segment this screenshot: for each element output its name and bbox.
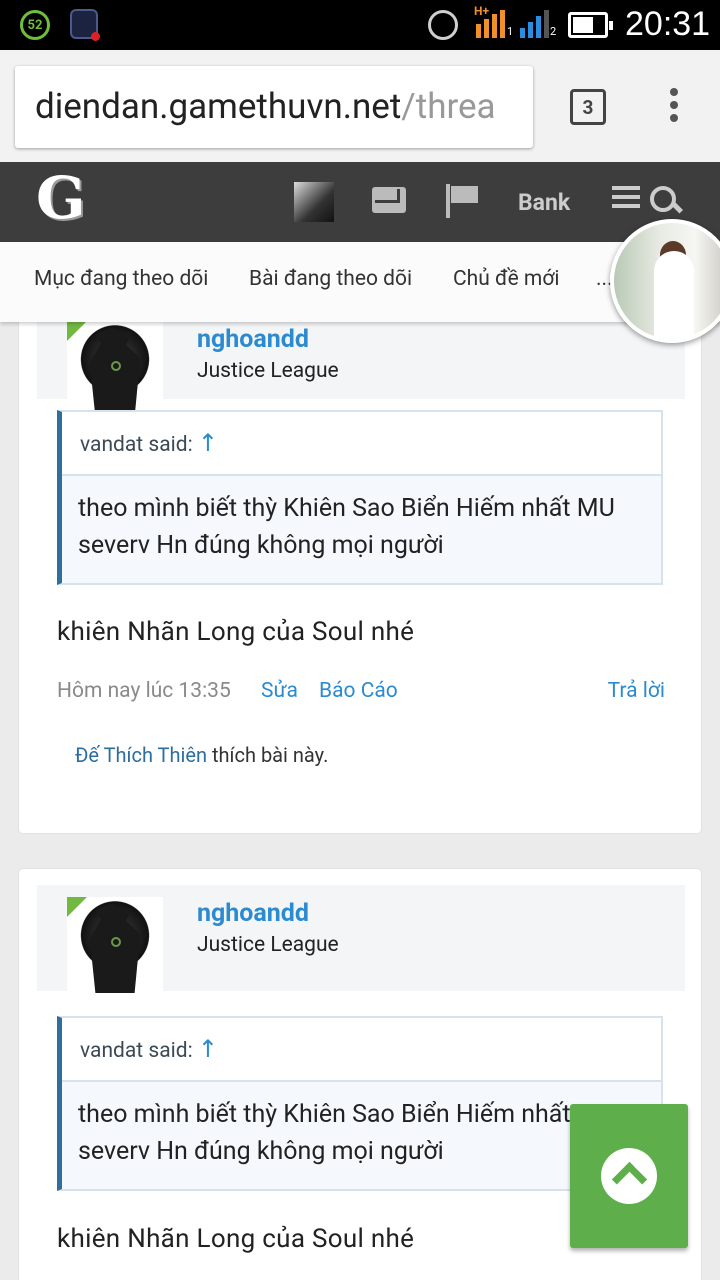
liker-link[interactable]: Đế Thích Thiên	[75, 743, 207, 767]
quote-author: vandat said:	[80, 433, 193, 457]
quote-author: vandat said:	[80, 1039, 193, 1063]
search-icon[interactable]	[650, 186, 678, 214]
post-likes: Đế Thích Thiên thích bài này.	[75, 743, 328, 767]
subnav-watched-forums[interactable]: Mục đang theo dõi	[34, 267, 208, 291]
post-username[interactable]: nghoandd	[197, 325, 309, 354]
post-message: khiên Nhãn Long của Soul nhé	[57, 1224, 415, 1254]
post-meta: Hôm nay lúc 13:35 Sửa Báo Cáo Trả lời	[57, 679, 665, 703]
notification-badge-icon: 52	[20, 10, 50, 40]
browser-menu-icon[interactable]	[668, 88, 680, 128]
post-user-block: nghoandd Justice League	[37, 885, 685, 993]
post-timestamp: Hôm nay lúc 13:35	[57, 679, 231, 703]
post-user-title: Justice League	[197, 933, 339, 957]
quote-text: theo mình biết thỳ Khiên Sao Biển Hiếm n…	[78, 494, 615, 560]
url-host: diendan.gamethuvn.net	[35, 86, 402, 127]
signal-1-icon	[476, 10, 505, 38]
post-quote: vandat said: ↑ theo mình biết thỳ Khiên …	[57, 410, 663, 585]
clock: 20:31	[625, 5, 711, 43]
subnav-watched-threads[interactable]: Bài đang theo dõi	[249, 267, 412, 291]
subnav-new-threads[interactable]: Chủ đề mới	[453, 267, 559, 291]
reply-link[interactable]: Trả lời	[608, 679, 665, 703]
sim-1-label: 1	[507, 25, 514, 38]
post-username[interactable]: nghoandd	[197, 899, 309, 928]
signal-2-icon	[520, 10, 549, 38]
url-bar[interactable]: diendan.gamethuvn.net/threa	[15, 66, 533, 148]
post-user-title: Justice League	[197, 359, 339, 383]
inbox-icon[interactable]	[372, 187, 406, 213]
chevron-up-icon	[601, 1148, 657, 1204]
alarm-icon	[428, 10, 458, 40]
sim-2-label: 2	[550, 25, 557, 38]
app-notification-icon	[70, 9, 100, 41]
post-message: khiên Nhãn Long của Soul nhé	[57, 617, 415, 647]
alerts-flag-icon[interactable]	[446, 184, 478, 218]
post: nghoandd Justice League vandat said: ↑ t…	[18, 322, 702, 834]
user-avatar-button[interactable]	[294, 182, 334, 222]
quote-jump-arrow-icon[interactable]: ↑	[198, 1035, 218, 1063]
site-navbar: G Bank	[0, 162, 720, 242]
site-logo[interactable]: G	[36, 164, 86, 232]
quote-jump-arrow-icon[interactable]: ↑	[198, 429, 218, 457]
quote-header: vandat said: ↑	[62, 412, 661, 476]
tab-switcher-button[interactable]: 3	[570, 89, 606, 125]
likes-suffix: thích bài này.	[211, 743, 329, 767]
menu-hamburger-icon[interactable]	[612, 186, 640, 208]
browser-toolbar: diendan.gamethuvn.net/threa 3	[0, 50, 720, 162]
quote-header: vandat said: ↑	[62, 1018, 661, 1082]
edit-link[interactable]: Sửa	[261, 679, 298, 703]
status-bar: 52 H+ 1 2 20:31	[0, 0, 720, 50]
post-user-block: nghoandd Justice League	[37, 322, 685, 417]
post-avatar[interactable]	[67, 322, 163, 417]
report-link[interactable]: Báo Cáo	[319, 679, 398, 703]
battery-icon	[568, 12, 613, 38]
url-path: /threa	[401, 86, 496, 127]
bank-link[interactable]: Bank	[518, 189, 570, 216]
scroll-to-top-button[interactable]	[570, 1104, 688, 1248]
post-avatar[interactable]	[67, 897, 163, 993]
